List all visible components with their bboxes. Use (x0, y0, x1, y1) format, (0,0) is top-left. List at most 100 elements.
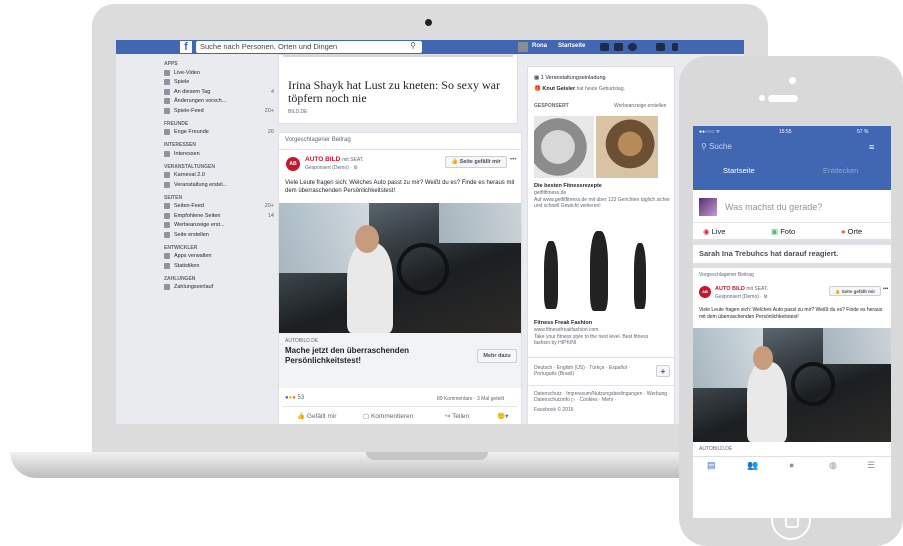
chevron-down-icon[interactable] (672, 43, 678, 51)
sidebar-item[interactable]: Änderungen vorsch... (164, 97, 274, 107)
sidebar-item[interactable]: Veranstaltung erstel... (164, 180, 274, 190)
ad2-title[interactable]: Fitness Freak Fashion (534, 320, 592, 326)
search-input[interactable]: Suche nach Personen, Orten und Dingen ⚲ (196, 41, 422, 53)
page-name[interactable]: AUTO BILD (715, 286, 745, 292)
sidebar-item[interactable]: Seiten-Feed 20+ (164, 202, 274, 212)
avatar[interactable] (699, 198, 717, 216)
sidebar-item-icon (164, 284, 170, 291)
globe-icon[interactable]: ◍ (829, 460, 837, 471)
help-icon[interactable] (656, 43, 665, 51)
place-button[interactable]: ● Orte (841, 227, 862, 236)
comment-icon: ▢ (363, 413, 370, 420)
window-right (439, 203, 521, 243)
birthday-notice[interactable]: 🎁 Knut Geisler hat heute Geburtstag. (534, 86, 625, 92)
sidebar-item-label: Statistiken (174, 262, 200, 269)
phone-header: ●●○○○ ᯤ 15:55 57 % ⚲ Suche ≡ Startseite … (693, 126, 891, 190)
sidebar-item[interactable]: Seite erstellen (164, 230, 274, 240)
sidebar-item[interactable]: Interessen (164, 149, 274, 159)
car-interior-image[interactable] (693, 328, 891, 442)
driver-shirt (747, 362, 787, 442)
footer-links[interactable]: Datenschutz · Impressum/Nutzungsbedingun… (534, 391, 672, 403)
news-feed-icon[interactable]: ▤ (707, 460, 716, 471)
menu-icon[interactable]: ☰ (867, 460, 875, 471)
sidebar-item[interactable]: An diesem Tag 4 (164, 87, 274, 97)
more-options-icon[interactable]: ••• (510, 157, 516, 163)
more-options-icon[interactable]: ••• (883, 286, 888, 292)
comments-shares[interactable]: 89 Kommentare · 3 Mal geteilt (437, 396, 504, 402)
event-invite[interactable]: ▦ 1 Veranstaltungseinladung (534, 75, 606, 81)
reaction-icons-3: ● (292, 395, 296, 401)
divider (283, 406, 517, 407)
messages-icon[interactable] (614, 43, 623, 51)
copyright: Facebook © 2016 (534, 407, 574, 413)
language-list[interactable]: Deutsch · English (US) · Türkçe · Españo… (534, 365, 644, 377)
driver-head (753, 346, 773, 370)
sidebar-item[interactable]: Zahlungsverlauf (164, 283, 274, 293)
live-icon: ◉ (703, 227, 710, 236)
reaction-picker[interactable]: 🙂▾ (497, 412, 508, 420)
add-language-button[interactable]: + (656, 365, 670, 377)
search-icon[interactable]: ⚲ (410, 41, 416, 50)
reaction-notice[interactable]: Sarah Ina Trebuhcs hat darauf reagiert. (699, 249, 838, 258)
sidebar-item[interactable]: Apps verwalten (164, 252, 274, 262)
like-page-label: Seite gefällt mir (459, 159, 501, 165)
share-action[interactable]: ↪ Teilen (445, 412, 469, 420)
post-headline[interactable]: Irina Shayk hat Lust zu kneten: So sexy … (288, 79, 512, 105)
sidebar-item[interactable]: Enge Freunde 20 (164, 128, 274, 138)
with-label: mit SEAT. (342, 157, 364, 163)
messenger-icon[interactable]: ≡ (869, 142, 874, 152)
link-domain: AUTOBILD.DE (699, 446, 733, 452)
car-interior-image[interactable] (279, 203, 521, 333)
tab-home[interactable]: Startseite (723, 166, 755, 175)
place-label: Orte (847, 227, 863, 236)
like-page-button[interactable]: 👍 Seite gefällt mir (829, 286, 881, 296)
sidebar-item[interactable]: Empfohlene Seiten 14 (164, 211, 274, 221)
sidebar-item-icon (164, 69, 170, 76)
notifications-icon[interactable] (628, 43, 637, 51)
live-button[interactable]: ◉ Live (703, 227, 725, 236)
food-image-2[interactable] (596, 116, 658, 178)
sidebar-item-count: 20+ (264, 107, 274, 114)
fitness-fashion-image[interactable] (534, 227, 664, 317)
autobild-logo[interactable]: AB (699, 286, 711, 298)
live-label: Live (711, 227, 726, 236)
create-ad-link[interactable]: Werbeanzeige erstellen (614, 103, 666, 109)
reaction-count: 53 (297, 395, 305, 401)
photo-button[interactable]: ▣ Foto (771, 227, 795, 236)
phone-home-button[interactable] (771, 500, 811, 540)
sidebar-item[interactable]: Werbeanzeige erst... (164, 221, 274, 231)
autobild-logo[interactable]: AB (286, 157, 300, 171)
like-page-button[interactable]: 👍 Seite gefällt mir (445, 156, 507, 168)
reaction-summary[interactable]: ●●● 53 (285, 395, 304, 401)
link-title: Mache jetzt den überraschenden Persönlic… (285, 346, 410, 365)
ad1-title[interactable]: Die besten Fitnessrezepte (534, 183, 602, 189)
sidebar-item-label: Interessen (174, 150, 200, 157)
sidebar-item[interactable]: Statistiken (164, 261, 274, 271)
friends-icon[interactable]: 👥 (747, 460, 758, 471)
facebook-logo-icon[interactable]: f (180, 41, 192, 53)
sidebar-item-icon (164, 150, 170, 157)
sidebar-item-icon (164, 262, 170, 269)
learn-more-button[interactable]: Mehr dazu (477, 349, 517, 363)
food-image-1[interactable] (534, 116, 594, 178)
sidebar-item[interactable]: Spiele (164, 78, 274, 88)
friend-requests-icon[interactable] (600, 43, 609, 51)
messenger-icon[interactable]: ● (789, 460, 794, 470)
home-link[interactable]: Startseite (558, 43, 585, 49)
like-action[interactable]: 👍 Gefällt mir (297, 412, 337, 420)
sidebar-item-label: Seite erstellen (174, 231, 209, 238)
page-name[interactable]: AUTO BILD (305, 156, 340, 163)
sidebar-item-label: Spiele-Feed (174, 107, 204, 114)
tab-discover[interactable]: Entdecken (823, 166, 858, 175)
sidebar-item[interactable]: Spiele-Feed 20+ (164, 106, 274, 116)
composer-input[interactable]: Was machst du gerade? (725, 202, 822, 212)
comment-action[interactable]: ▢ Kommentieren (363, 412, 413, 420)
avatar[interactable] (518, 42, 528, 52)
signal-icon: ●●○○○ ᯤ (699, 129, 721, 135)
phone-search-input[interactable]: ⚲ Suche (701, 142, 865, 154)
sidebar-item-icon (164, 172, 170, 179)
profile-link[interactable]: Rona (532, 43, 547, 49)
link-preview[interactable]: AUTOBILD.DE Mache jetzt den überraschend… (279, 333, 521, 388)
sidebar-item[interactable]: Karneval 2.0 (164, 171, 274, 181)
sidebar-item[interactable]: Live-Video (164, 68, 274, 78)
